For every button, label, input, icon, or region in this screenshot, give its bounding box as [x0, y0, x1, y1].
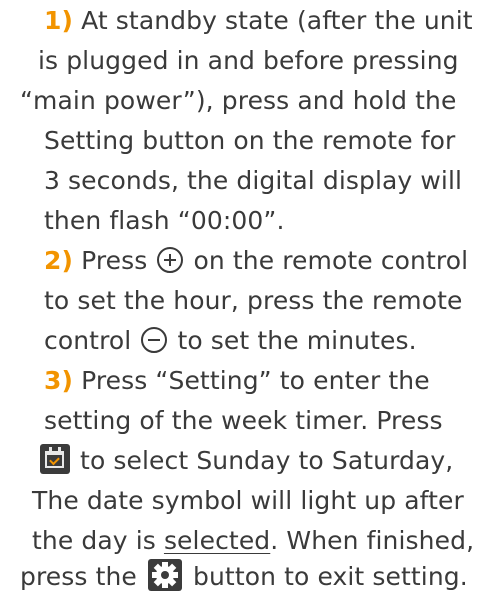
plus-circle-icon	[157, 247, 184, 273]
step-2-line-3: control to set the minutes.	[44, 320, 417, 362]
step-2-control-text: control	[44, 326, 132, 355]
step-2-line-1-rest: on the remote control	[193, 246, 469, 275]
step-3-line-6: press the button to exit setting.	[20, 556, 468, 598]
step-2-line-2: to set the hour, press the remote	[44, 286, 463, 315]
step-3-number: 3)	[44, 366, 74, 395]
step-1-line-1: 1) At standby state (after the unit	[44, 0, 473, 42]
step-1-line-2: is plugged in and before pressing	[38, 46, 459, 75]
step-2-number: 2)	[44, 246, 74, 275]
step-1-line-5: 3 seconds, the digital display will	[44, 166, 463, 195]
step-2-line-3-rest: to set the minutes.	[177, 326, 417, 355]
selected-underlined-word: selected	[163, 526, 271, 555]
instruction-page: 1) At standby state (after the unit is p…	[0, 0, 494, 596]
step-1-line-3: “main power”), press and hold the	[20, 86, 457, 115]
minus-circle-icon	[141, 327, 168, 353]
step-1-text: At standby state (after the unit	[81, 6, 473, 35]
step-1-line-4: Setting button on the remote for	[44, 126, 456, 155]
step-3-line-5-end: . When finished,	[270, 526, 475, 555]
step-3-line-4: The date symbol will light up after	[32, 486, 464, 515]
step-1-line-6: then flash “00:00”.	[44, 206, 285, 235]
step-3-line-5-start: the day is	[32, 526, 164, 555]
gear-icon	[147, 559, 182, 591]
step-1-number: 1)	[44, 6, 74, 35]
step-3-line-2: setting of the week timer. Press	[44, 406, 443, 435]
step-3-line-3: to select Sunday to Saturday,	[40, 440, 453, 482]
step-3-text: Press “Setting” to enter the	[81, 366, 430, 395]
step-2-press-text: Press	[81, 246, 148, 275]
step-3-line-1: 3) Press “Setting” to enter the	[44, 360, 430, 402]
step-2-line-1: 2) Press on the remote control	[44, 240, 468, 282]
step-3-press-the: press the	[20, 562, 137, 591]
step-3-line-6-rest: button to exit setting.	[193, 562, 468, 591]
step-3-line-3-rest: to select Sunday to Saturday,	[80, 446, 454, 475]
calendar-check-icon	[40, 444, 70, 474]
